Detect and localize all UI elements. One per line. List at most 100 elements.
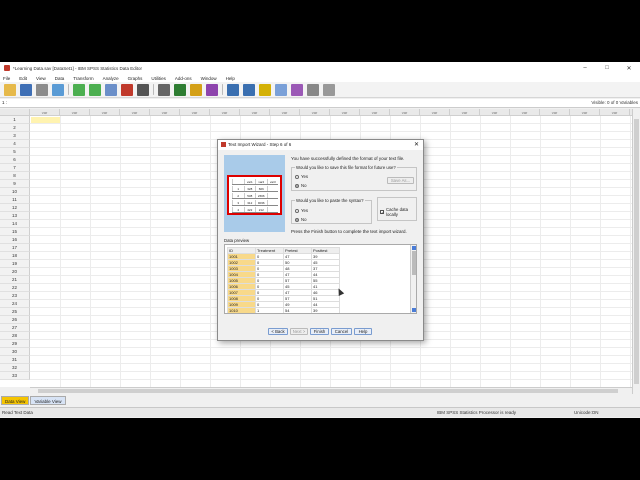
row-number[interactable]: 21 [0,276,30,284]
row-number[interactable]: 10 [0,188,30,196]
row-number[interactable]: 4 [0,140,30,148]
cancel-button[interactable]: Cancel [331,328,352,335]
vertical-scrollbar[interactable] [632,109,640,394]
row-number[interactable]: 9 [0,180,30,188]
row-number[interactable]: 18 [0,252,30,260]
tab-variable-view[interactable]: Variable View [30,396,66,405]
row-number[interactable]: 6 [0,156,30,164]
redo-icon[interactable] [89,83,101,96]
row-number[interactable]: 31 [0,356,30,364]
open-folder-icon[interactable] [4,83,16,96]
dialog-close-button[interactable]: ✕ [414,140,419,150]
column-header[interactable]: var [540,109,570,116]
row-number[interactable]: 2 [0,124,30,132]
row-number[interactable]: 23 [0,292,30,300]
preview-scrollbar[interactable] [410,245,416,313]
menu-help[interactable]: Help [226,76,235,81]
tab-data-view[interactable]: Data View [1,396,30,405]
column-header[interactable]: var [360,109,390,116]
column-header[interactable]: var [510,109,540,116]
menu-graphs[interactable]: Graphs [128,76,143,81]
menu-data[interactable]: Data [55,76,65,81]
minimize-button[interactable]: – [574,62,596,74]
row-number[interactable]: 20 [0,268,30,276]
goto-case-icon[interactable] [105,83,117,96]
undo-icon[interactable] [73,83,85,96]
row-number[interactable]: 14 [0,220,30,228]
column-header[interactable]: var [90,109,120,116]
dialog-recall-icon[interactable] [52,83,64,96]
column-header[interactable]: var [450,109,480,116]
column-header[interactable]: var [270,109,300,116]
row-number[interactable]: 3 [0,132,30,140]
row-number[interactable]: 27 [0,324,30,332]
insert-cases-icon[interactable] [174,83,186,96]
row-number[interactable]: 25 [0,308,30,316]
menu-transform[interactable]: Transform [73,76,93,81]
save-yes-radio[interactable]: Yes [295,174,308,179]
back-button[interactable]: < Back [268,328,288,335]
save-as-button[interactable]: Save As... [387,177,414,184]
column-header[interactable]: var [570,109,600,116]
column-header[interactable]: var [150,109,180,116]
value-labels-icon[interactable] [259,83,271,96]
row-number[interactable]: 1 [0,116,30,124]
column-header[interactable]: var [300,109,330,116]
weight-cases-icon[interactable] [227,83,239,96]
row-number[interactable]: 16 [0,236,30,244]
column-header[interactable]: var [180,109,210,116]
row-number[interactable]: 7 [0,164,30,172]
menu-edit[interactable]: Edit [19,76,27,81]
row-number[interactable]: 24 [0,300,30,308]
column-header[interactable]: var [420,109,450,116]
save-no-radio[interactable]: No [295,183,307,188]
goto-variable-icon[interactable] [121,83,133,96]
scroll-down-arrow-icon[interactable] [412,308,416,312]
row-number[interactable]: 33 [0,372,30,380]
row-number[interactable]: 29 [0,340,30,348]
menu-add-ons[interactable]: Add-ons [175,76,192,81]
horizontal-scrollbar[interactable] [30,387,632,394]
row-number[interactable]: 22 [0,284,30,292]
row-number[interactable]: 15 [0,228,30,236]
spell-check-icon[interactable] [307,83,319,96]
close-button[interactable]: ✕ [618,62,640,74]
row-number[interactable]: 11 [0,196,30,204]
split-file-icon[interactable] [206,83,218,96]
maximize-button[interactable]: □ [596,62,618,74]
next-button[interactable]: Next > [290,328,308,335]
column-header[interactable]: var [120,109,150,116]
cache-data-checkbox[interactable]: ✓ Cache data locally [380,207,416,217]
column-header[interactable]: var [60,109,90,116]
row-number[interactable]: 28 [0,332,30,340]
column-header[interactable]: var [30,109,60,116]
row-number[interactable]: 30 [0,348,30,356]
select-cases-icon[interactable] [243,83,255,96]
scroll-up-arrow-icon[interactable] [412,246,416,250]
column-header[interactable]: var [600,109,630,116]
row-number[interactable]: 5 [0,148,30,156]
help-button[interactable]: Help [354,328,372,335]
finish-button[interactable]: Finish [310,328,329,335]
menu-view[interactable]: View [36,76,46,81]
column-header[interactable]: var [390,109,420,116]
row-number[interactable]: 17 [0,244,30,252]
menu-utilities[interactable]: Utilities [151,76,166,81]
use-sets-icon[interactable] [275,83,287,96]
insert-variable-icon[interactable] [190,83,202,96]
preview-scroll-thumb[interactable] [412,251,416,275]
paste-no-radio[interactable]: No [295,217,307,222]
script-icon[interactable] [323,83,335,96]
row-number[interactable]: 12 [0,204,30,212]
row-number[interactable]: 13 [0,212,30,220]
variables-icon[interactable] [137,83,149,96]
paste-yes-radio[interactable]: Yes [295,208,308,213]
print-icon[interactable] [36,83,48,96]
row-number[interactable]: 26 [0,316,30,324]
data-preview[interactable]: ID Treatment Pretest Posttest 1001 0 47 39 1002 0… [224,244,417,314]
row-number[interactable]: 19 [0,260,30,268]
save-icon[interactable] [20,83,32,96]
column-header[interactable]: var [210,109,240,116]
column-header[interactable]: var [240,109,270,116]
column-header[interactable]: var [480,109,510,116]
